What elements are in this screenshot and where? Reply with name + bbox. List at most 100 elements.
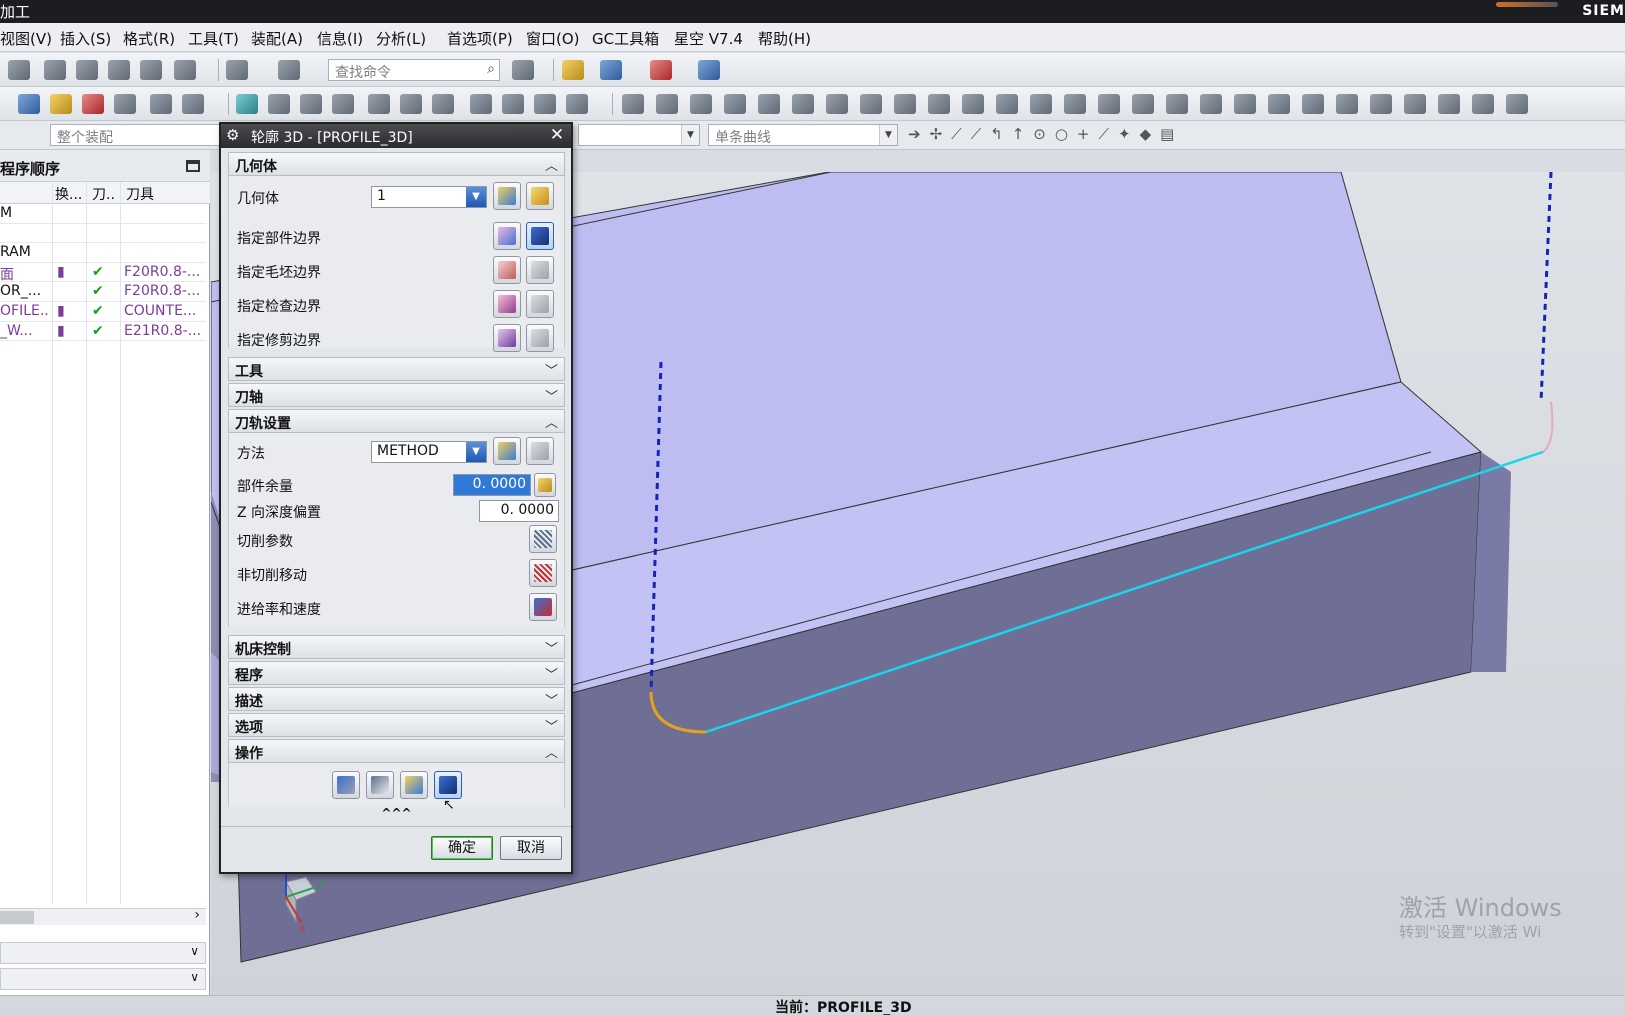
snap-point-icons[interactable]: ➔✢⟋⟋↰↑⊙○+⟋✦◆▤ [908,125,1183,143]
section-options[interactable]: 选项 ﹀ [228,713,565,737]
surface-tool-14-icon[interactable] [1064,94,1086,114]
surface-tool-21-icon[interactable] [1302,94,1324,114]
measure-icon[interactable] [650,60,672,80]
feature-icon[interactable] [470,94,492,114]
method-select[interactable]: METHOD ▼ [371,441,487,463]
edit-geometry-button[interactable] [526,182,554,210]
cut-icon[interactable] [44,60,66,80]
more-options-toggle[interactable]: ^^^ [228,807,565,821]
object-icon[interactable] [432,94,454,114]
section-description[interactable]: 描述 ﹀ [228,687,565,711]
non-cut-moves-button[interactable] [529,559,557,587]
table-row[interactable]: RAM [0,243,206,263]
orient-icon[interactable] [226,60,248,80]
col-tool[interactable]: 刀具 [126,184,154,204]
edit-3-icon[interactable] [566,94,588,114]
surface-tool-22-icon[interactable] [1336,94,1358,114]
display-check-boundary-button[interactable] [526,290,554,318]
dependencies-dropdown[interactable]: ∨ [0,968,206,990]
section-tool-axis[interactable]: 刀轴 ﹀ [228,383,565,407]
scrollbar-thumb[interactable] [0,911,34,924]
feeds-speeds-button[interactable] [529,593,557,621]
generate-button[interactable] [332,771,360,799]
section-actions[interactable]: 操作 ︿ [228,739,565,763]
new-geometry-button[interactable] [493,182,521,210]
surface-tool-16-icon[interactable] [1132,94,1154,114]
surface-tool-3-icon[interactable] [690,94,712,114]
select-blank-boundary-button[interactable] [493,256,521,284]
surface-tool-7-icon[interactable] [826,94,848,114]
surface-tool-24-icon[interactable] [1404,94,1426,114]
menu-information[interactable]: 信息(I) [317,28,363,49]
surface-tool-1-icon[interactable] [622,94,644,114]
table-row[interactable]: _W... ▮ ✔ E21R0.8-... [0,322,206,342]
chevron-right-icon[interactable]: › [194,907,200,923]
col-path[interactable]: 刀.. [92,184,115,204]
surface-tool-20-icon[interactable] [1268,94,1290,114]
analysis-icon[interactable] [562,60,584,80]
surface-tool-4-icon[interactable] [724,94,746,114]
menu-analysis[interactable]: 分析(L) [376,28,426,49]
list-button[interactable] [434,771,462,799]
part-stock-input[interactable]: 0. 0000 [453,474,531,496]
table-row[interactable]: OR_... ✔ F20R0.8-... [0,282,206,302]
surface-tool-27-icon[interactable] [1506,94,1528,114]
display-part-boundary-button[interactable] [526,222,554,250]
surface-tool-2-icon[interactable] [656,94,678,114]
surface-tool-11-icon[interactable] [962,94,984,114]
navigator-horizontal-scrollbar[interactable]: › [0,907,206,925]
menu-gc-toolkit[interactable]: GC工具箱 [592,28,659,49]
table-row[interactable]: OFILE... ▮ ✔ COUNTE... [0,302,206,322]
surface-tool-18-icon[interactable] [1200,94,1222,114]
close-icon[interactable]: ✕ [547,125,567,145]
gear-icon[interactable]: ⚙ [226,126,239,144]
surface-tool-13-icon[interactable] [1030,94,1052,114]
generate-toolpath-icon[interactable] [18,94,40,114]
cancel-button[interactable]: 取消 [500,836,562,860]
curve-rule-select[interactable]: 单条曲线 ▼ [708,124,898,146]
select-check-boundary-button[interactable] [493,290,521,318]
menu-insert[interactable]: 插入(S) [60,28,111,49]
section-path-settings[interactable]: 刀轨设置 ︿ [228,409,565,433]
surface-tool-23-icon[interactable] [1370,94,1392,114]
paste-icon[interactable] [108,60,130,80]
surface-tool-17-icon[interactable] [1166,94,1188,114]
surface-tool-6-icon[interactable] [792,94,814,114]
section-tool[interactable]: 工具 ﹀ [228,357,565,381]
surface-tool-12-icon[interactable] [996,94,1018,114]
new-method-button[interactable] [493,437,521,465]
geometry-select[interactable]: 1 ▼ [371,186,487,208]
menu-window[interactable]: 窗口(O) [526,28,580,49]
surface-tool-9-icon[interactable] [894,94,916,114]
dialog-title-bar[interactable]: ⚙ 轮廓 3D - [PROFILE_3D] ✕ [221,124,571,148]
cut-params-button[interactable] [529,525,557,553]
menu-xingkong[interactable]: 星空 V7.4 [674,28,743,49]
section-machine-control[interactable]: 机床控制 ﹀ [228,635,565,659]
filter-scope-select[interactable]: 整个装配 [50,124,220,146]
save-icon[interactable] [8,60,30,80]
table-row[interactable] [0,224,206,244]
surface-tool-10-icon[interactable] [928,94,950,114]
type-filter-select[interactable]: ▼ [578,124,700,146]
replay-icon[interactable] [150,94,172,114]
edit-icon[interactable] [502,94,524,114]
create-program-icon[interactable] [236,94,258,114]
display-blank-boundary-button[interactable] [526,256,554,284]
col-toolchange[interactable]: 换... [55,184,82,204]
menu-preferences[interactable]: 首选项(P) [447,28,513,49]
menu-tools[interactable]: 工具(T) [188,28,239,49]
select-part-boundary-button[interactable] [493,222,521,250]
surface-tool-26-icon[interactable] [1472,94,1494,114]
table-row[interactable]: 面 ▮ ✔ F20R0.8-... [0,263,206,283]
postprocess-icon[interactable] [82,94,104,114]
undo-icon[interactable] [174,60,196,80]
create-geometry-icon[interactable] [300,94,322,114]
surface-tool-15-icon[interactable] [1098,94,1120,114]
table-row[interactable]: M [0,204,206,224]
edit-2-icon[interactable] [534,94,556,114]
simulate-icon[interactable] [600,60,622,80]
maximize-icon[interactable] [186,160,200,172]
list-toolpath-icon[interactable] [182,94,204,114]
surface-tool-8-icon[interactable] [860,94,882,114]
menu-help[interactable]: 帮助(H) [758,28,811,49]
